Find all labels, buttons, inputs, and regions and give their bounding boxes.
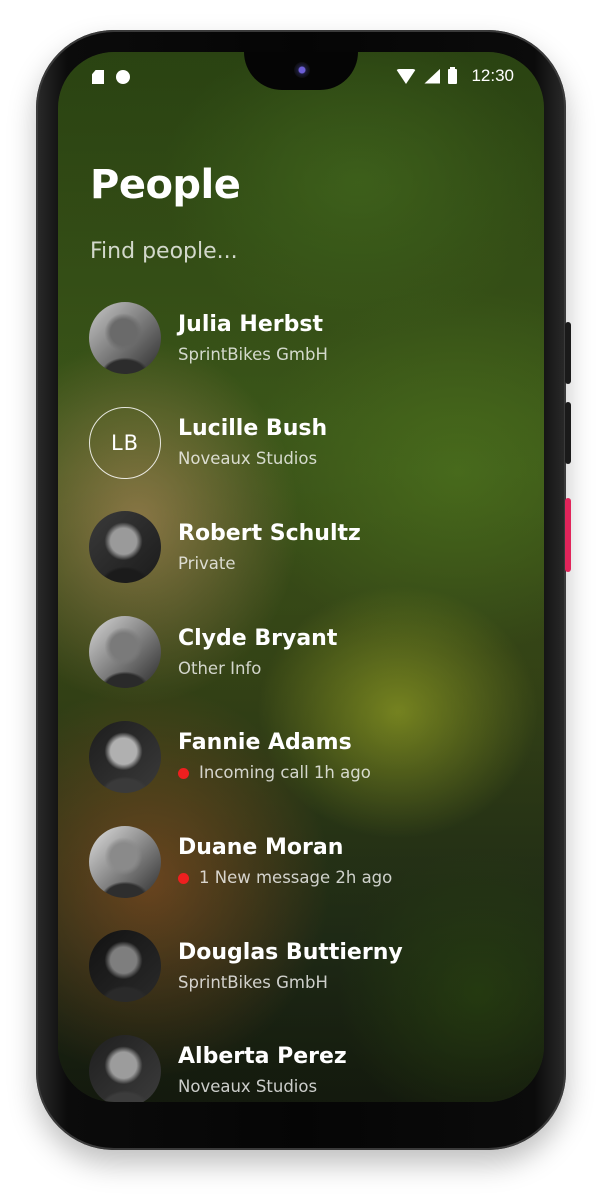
record-dot-icon xyxy=(116,70,130,84)
avatar-photo[interactable] xyxy=(89,720,161,793)
notification-dot-icon xyxy=(178,767,189,779)
page-title: People xyxy=(90,162,241,208)
avatar-photo[interactable] xyxy=(89,616,161,689)
list-item[interactable]: LB Lucille Bush Noveaux Studios xyxy=(89,403,509,483)
search-input[interactable] xyxy=(90,234,470,268)
status-time: 12:30 xyxy=(471,66,514,85)
volume-up-button[interactable] xyxy=(565,322,571,384)
person-name: Alberta Perez xyxy=(178,1044,347,1070)
person-subtitle-text: SprintBikes GmbH xyxy=(178,972,328,992)
avatar-initials[interactable]: LB xyxy=(89,406,161,479)
avatar-photo[interactable] xyxy=(89,1034,161,1102)
person-subtitle: Other Info xyxy=(178,658,337,680)
person-subtitle-text: 1 New message 2h ago xyxy=(199,868,393,887)
screen: 12:30 People Julia Herbst SprintBikes Gmb… xyxy=(58,52,544,1102)
person-subtitle-text: Noveaux Studios xyxy=(178,449,318,469)
person-subtitle-text: Private xyxy=(178,553,236,573)
person-subtitle: 1 New message 2h ago xyxy=(178,867,392,889)
list-item[interactable]: Alberta Perez Noveaux Studios xyxy=(89,1031,509,1102)
signal-icon xyxy=(424,68,441,84)
person-name: Clyde Bryant xyxy=(178,625,338,651)
list-item[interactable]: Robert Schultz Private xyxy=(89,507,509,587)
list-item[interactable]: Fannie Adams Incoming call 1h ago xyxy=(89,717,509,797)
person-subtitle: Incoming call 1h ago xyxy=(178,762,371,784)
person-name: Duane Moran xyxy=(178,835,344,860)
avatar-photo[interactable] xyxy=(89,825,161,898)
person-subtitle-text: Incoming call 1h ago xyxy=(199,763,371,783)
person-name: Lucille Bush xyxy=(178,416,328,442)
person-name: Douglas Buttierny xyxy=(178,939,403,965)
sim-icon xyxy=(92,70,104,84)
person-subtitle: Noveaux Studios xyxy=(178,1076,347,1098)
phone-frame: 12:30 People Julia Herbst SprintBikes Gmb… xyxy=(36,30,571,1150)
person-subtitle: SprintBikes GmbH xyxy=(178,972,403,994)
list-item[interactable]: Duane Moran 1 New message 2h ago xyxy=(89,822,509,902)
person-name: Julia Herbst xyxy=(178,311,323,337)
notification-dot-icon xyxy=(178,872,189,884)
status-bar: 12:30 xyxy=(58,52,544,96)
person-name: Fannie Adams xyxy=(178,730,352,756)
wifi-icon xyxy=(396,68,417,84)
person-subtitle-text: Noveaux Studios xyxy=(178,1077,318,1097)
person-subtitle-text: SprintBikes GmbH xyxy=(178,344,328,364)
person-subtitle: Noveaux Studios xyxy=(178,448,327,470)
avatar-photo[interactable] xyxy=(89,930,161,1003)
battery-icon xyxy=(448,66,458,84)
list-item[interactable]: Julia Herbst SprintBikes GmbH xyxy=(89,298,509,378)
avatar-photo[interactable] xyxy=(89,302,161,374)
power-button[interactable] xyxy=(565,498,571,572)
person-subtitle: Private xyxy=(178,553,361,575)
person-name: Robert Schultz xyxy=(178,520,361,546)
volume-down-button[interactable] xyxy=(565,402,571,464)
list-item[interactable]: Clyde Bryant Other Info xyxy=(89,612,509,692)
person-subtitle: SprintBikes GmbH xyxy=(178,344,328,366)
person-subtitle-text: Other Info xyxy=(178,658,262,678)
avatar-photo[interactable] xyxy=(89,511,161,584)
list-item[interactable]: Douglas Buttierny SprintBikes GmbH xyxy=(89,926,509,1006)
